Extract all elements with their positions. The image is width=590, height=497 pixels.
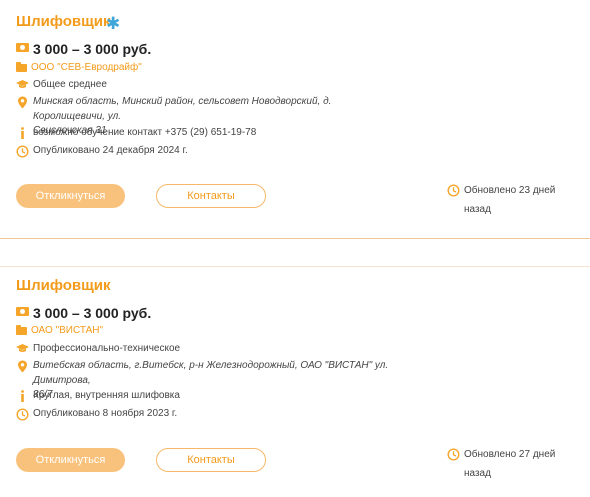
published-row: Опубликовано 8 ноября 2023 г.: [16, 407, 177, 421]
vacancy-title[interactable]: Шлифовщик: [16, 13, 111, 30]
apply-button[interactable]: Откликнуться: [16, 184, 125, 208]
contacts-button[interactable]: Контакты: [156, 184, 266, 208]
updated-info: Обновлено 23 дней назад: [447, 181, 574, 219]
location-pin-icon: [16, 360, 29, 373]
published-date: Опубликовано 24 декабря 2024 г.: [33, 145, 188, 156]
address-line: Минская область, Минский район, сельсове…: [33, 96, 332, 122]
contacts-button[interactable]: Контакты: [156, 448, 266, 472]
address-line: Витебская область, г.Витебск, р-н Железн…: [33, 360, 389, 386]
company-link[interactable]: ООО "СЕВ-Евродрайф": [31, 62, 142, 73]
star-icon: ✱: [106, 14, 121, 33]
location-pin-icon: [16, 96, 29, 109]
education-row: Профессионально-техническое: [16, 342, 180, 356]
salary-row: 3 000 – 3 000 руб.: [16, 305, 151, 321]
info-text: Круглая, внутренняя шлифовка: [33, 390, 180, 401]
vacancy-card: Шлифовщик 3 000 – 3 000 руб. ОАО "ВИСТАН…: [0, 266, 590, 497]
updated-line: назад: [464, 468, 491, 479]
info-icon: [16, 127, 29, 139]
updated-info: Обновлено 27 дней назад: [447, 445, 574, 483]
info-row: Круглая, внутренняя шлифовка: [16, 389, 180, 403]
info-icon: [16, 390, 29, 402]
graduation-cap-icon: [16, 343, 29, 355]
updated-text: Обновлено 27 дней назад: [464, 445, 574, 483]
card-top-border: [0, 266, 590, 267]
graduation-cap-icon: [16, 79, 29, 91]
clock-icon: [16, 145, 29, 158]
company-row: ООО "СЕВ-Евродрайф": [16, 62, 142, 73]
clock-icon: [447, 184, 460, 197]
company-link[interactable]: ОАО "ВИСТАН": [31, 325, 103, 336]
company-icon: [16, 325, 27, 335]
updated-line: Обновлено 23 дней: [464, 185, 556, 196]
updated-text: Обновлено 23 дней назад: [464, 181, 574, 219]
education: Общее среднее: [33, 79, 107, 90]
company-row: ОАО "ВИСТАН": [16, 325, 103, 336]
company-icon: [16, 62, 27, 72]
card-divider: [0, 238, 590, 239]
published-row: Опубликовано 24 декабря 2024 г.: [16, 144, 188, 158]
education: Профессионально-техническое: [33, 343, 181, 354]
money-icon: [16, 43, 29, 52]
published-date: Опубликовано 8 ноября 2023 г.: [33, 408, 178, 419]
vacancy-card: Шлифовщик ✱ 3 000 – 3 000 руб. ООО "СЕВ-…: [0, 0, 590, 239]
apply-button[interactable]: Откликнуться: [16, 448, 125, 472]
salary-row: 3 000 – 3 000 руб.: [16, 41, 151, 57]
info-text: возможно обучение контакт +375 (29) 651-…: [33, 127, 257, 138]
updated-line: назад: [464, 204, 491, 215]
salary: 3 000 – 3 000 руб.: [33, 41, 152, 57]
clock-icon: [447, 448, 460, 461]
info-row: возможно обучение контакт +375 (29) 651-…: [16, 126, 256, 140]
clock-icon: [16, 408, 29, 421]
vacancy-title[interactable]: Шлифовщик: [16, 277, 111, 294]
money-icon: [16, 307, 29, 316]
education-row: Общее среднее: [16, 78, 107, 92]
salary: 3 000 – 3 000 руб.: [33, 305, 152, 321]
updated-line: Обновлено 27 дней: [464, 449, 556, 460]
